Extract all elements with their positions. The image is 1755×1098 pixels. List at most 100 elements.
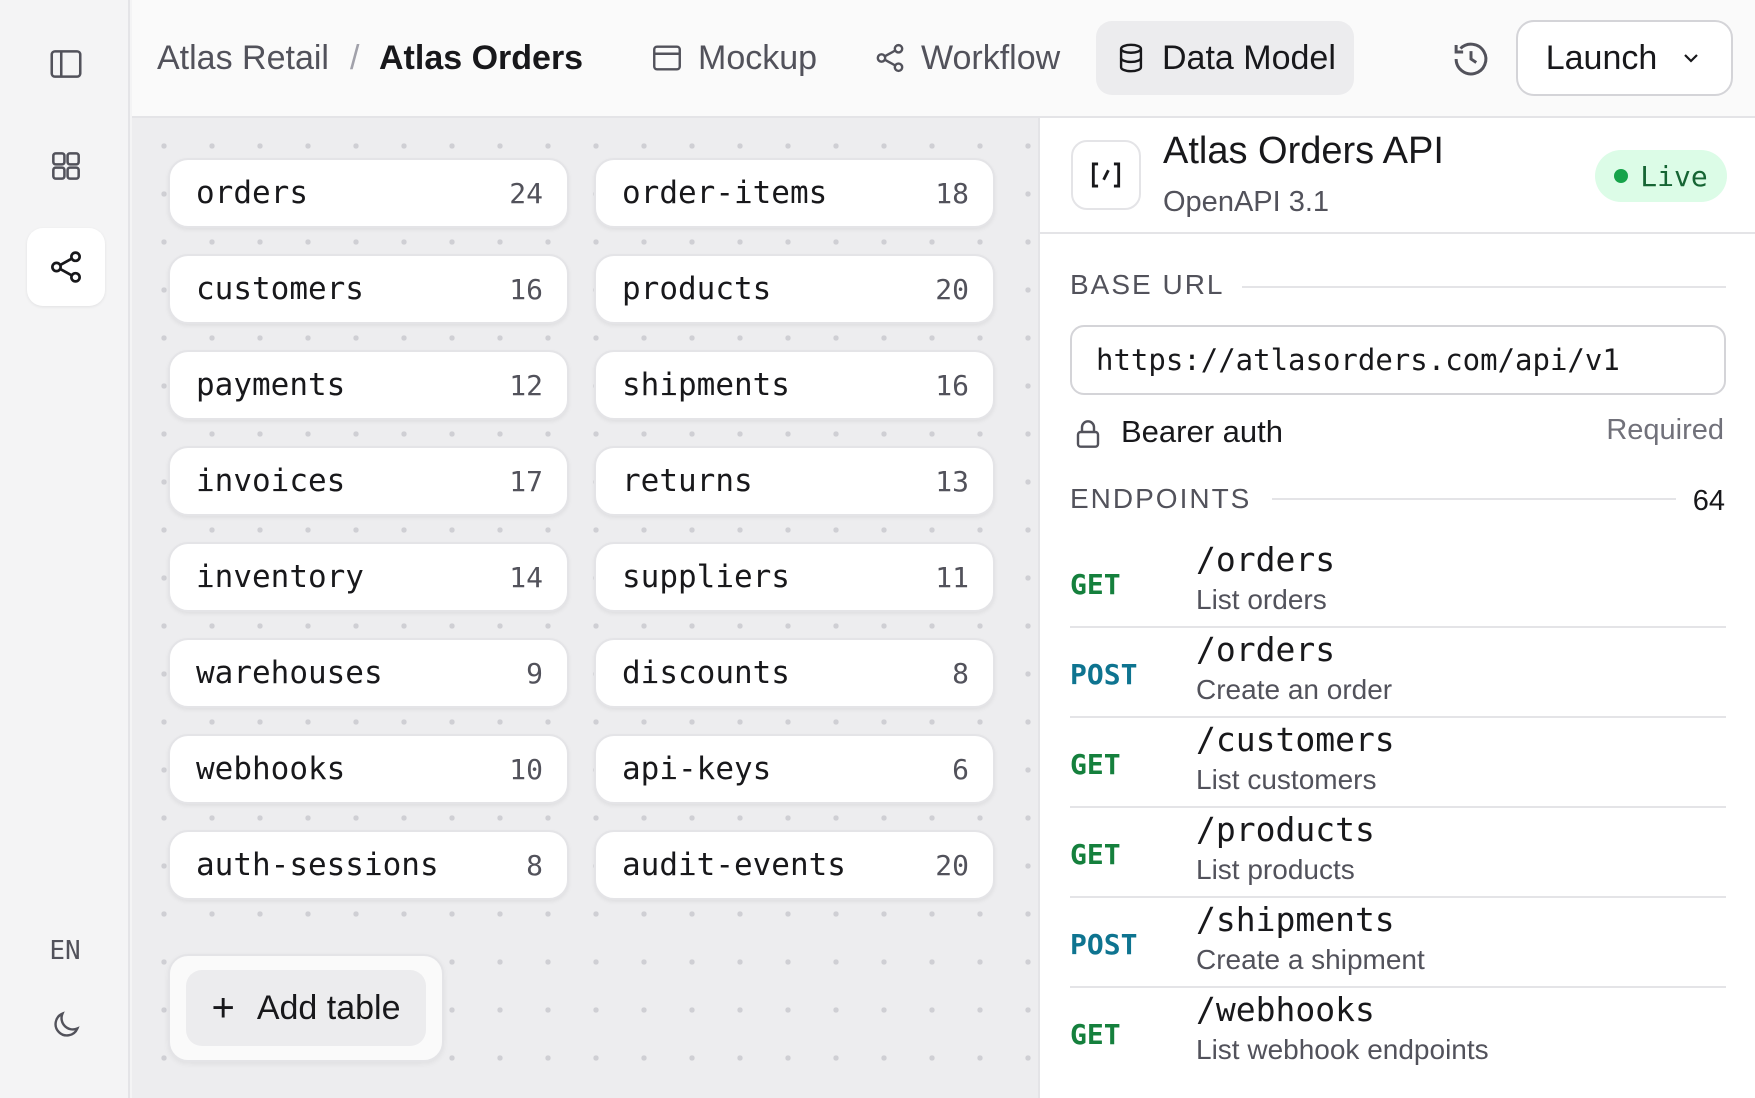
table-card-inventory[interactable]: inventory 14 (168, 542, 569, 612)
table-name: suppliers (622, 559, 790, 595)
endpoints-count: 64 (1692, 485, 1725, 517)
add-table-container: + Add table (168, 954, 444, 1062)
table-name: discounts (622, 655, 790, 691)
table-field-count: 17 (509, 464, 543, 498)
table-card-customers[interactable]: customers 16 (168, 254, 569, 324)
endpoint-path: /orders (1196, 630, 1336, 669)
endpoint-path: /webhooks (1196, 990, 1375, 1029)
endpoint-row[interactable]: POST /shipments Create a shipment (1070, 898, 1726, 988)
table-card-returns[interactable]: returns 13 (594, 446, 995, 516)
auth-required: Required (1606, 414, 1724, 446)
endpoint-row[interactable]: GET /customers List customers (1070, 718, 1726, 808)
api-title: Atlas Orders API (1163, 130, 1444, 172)
endpoint-path: /products (1196, 810, 1375, 849)
table-card-webhooks[interactable]: webhooks 10 (168, 734, 569, 804)
api-spec-version: OpenAPI 3.1 (1163, 186, 1330, 218)
plus-icon: + (211, 986, 235, 1030)
chevron-down-icon (1684, 54, 1699, 63)
table-name: products (622, 271, 772, 307)
tab-mockup[interactable]: Mockup (632, 21, 835, 95)
table-field-count: 12 (509, 368, 543, 402)
table-card-shipments[interactable]: shipments 16 (594, 350, 995, 420)
table-card-suppliers[interactable]: suppliers 11 (594, 542, 995, 612)
table-card-api-keys[interactable]: api-keys 6 (594, 734, 995, 804)
table-name: audit-events (622, 847, 846, 883)
lock-icon (1076, 420, 1100, 448)
table-card-auth-sessions[interactable]: auth-sessions 8 (168, 830, 569, 900)
table-card-warehouses[interactable]: warehouses 9 (168, 638, 569, 708)
table-name: returns (622, 463, 753, 499)
table-name: payments (196, 367, 346, 403)
tab-data-model[interactable]: Data Model (1096, 21, 1354, 95)
window-icon (653, 45, 681, 71)
table-card-discounts[interactable]: discounts 8 (594, 638, 995, 708)
grid-icon (52, 152, 80, 180)
table-field-count: 8 (526, 848, 543, 882)
history-icon[interactable] (1450, 38, 1492, 80)
table-field-count: 14 (509, 560, 543, 594)
endpoint-row[interactable]: GET /webhooks List webhook endpoints (1070, 988, 1726, 1078)
table-card-products[interactable]: products 20 (594, 254, 995, 324)
status-badge: Live (1595, 150, 1727, 202)
table-card-order-items[interactable]: order-items 18 (594, 158, 995, 228)
endpoint-method: GET (1070, 748, 1121, 781)
table-name: webhooks (196, 751, 346, 787)
database-icon (1119, 43, 1143, 73)
table-card-audit-events[interactable]: audit-events 20 (594, 830, 995, 900)
top-bar: Atlas Retail / Atlas Orders Mockup Workf… (132, 0, 1755, 118)
left-rail: EN (0, 0, 130, 1098)
endpoint-method: GET (1070, 568, 1121, 601)
table-name: api-keys (622, 751, 772, 787)
table-name: warehouses (196, 655, 383, 691)
table-field-count: 10 (509, 752, 543, 786)
breadcrumb-current[interactable]: Atlas Orders (379, 36, 583, 80)
base-url-field[interactable]: https://atlasorders.com/api/v1 (1070, 325, 1726, 395)
endpoint-row[interactable]: GET /products List products (1070, 808, 1726, 898)
status-label: Live (1640, 159, 1708, 193)
sidebar-toggle-button[interactable] (27, 25, 105, 103)
endpoint-description: Create an order (1196, 674, 1393, 705)
breadcrumb-separator: / (350, 39, 360, 77)
sidebar-icon (50, 50, 82, 78)
divider (1242, 286, 1726, 288)
share-button[interactable] (27, 228, 105, 306)
table-field-count: 24 (509, 176, 543, 210)
endpoint-row[interactable]: POST /orders Create an order (1070, 628, 1726, 718)
api-code-icon (1071, 140, 1141, 210)
table-field-count: 20 (935, 272, 969, 306)
table-card-invoices[interactable]: invoices 17 (168, 446, 569, 516)
tab-workflow[interactable]: Workflow (855, 21, 1078, 95)
table-field-count: 6 (952, 752, 969, 786)
api-panel: Atlas Orders API OpenAPI 3.1 Live BASE U… (1038, 118, 1755, 1098)
table-name: inventory (196, 559, 364, 595)
table-name: customers (196, 271, 364, 307)
endpoint-description: List orders (1196, 584, 1327, 615)
endpoint-method: GET (1070, 838, 1121, 871)
endpoints-label: ENDPOINTS (1070, 483, 1252, 514)
tab-mockup-label: Mockup (698, 38, 818, 77)
share-icon (51, 251, 81, 283)
language-selector[interactable]: EN (0, 936, 130, 966)
auth-type: Bearer auth (1121, 414, 1283, 449)
table-card-payments[interactable]: payments 12 (168, 350, 569, 420)
launch-button[interactable]: Launch (1516, 20, 1733, 96)
base-url-label: BASE URL (1070, 269, 1225, 300)
breadcrumb-parent[interactable]: Atlas Retail (157, 36, 329, 80)
tab-data-model-label: Data Model (1162, 38, 1336, 77)
moon-icon[interactable] (49, 1008, 83, 1042)
add-table-button[interactable]: + Add table (186, 970, 426, 1046)
table-field-count: 9 (526, 656, 543, 690)
endpoint-description: Create a shipment (1196, 944, 1425, 975)
tab-workflow-label: Workflow (921, 38, 1061, 77)
dashboard-button[interactable] (27, 127, 105, 205)
data-model-canvas[interactable]: orders 24 order-items 18 customers 16 pr… (132, 118, 1038, 1098)
add-table-label: Add table (256, 988, 401, 1027)
table-field-count: 18 (935, 176, 969, 210)
table-field-count: 8 (952, 656, 969, 690)
endpoint-method: POST (1070, 658, 1138, 691)
endpoint-row[interactable]: GET /orders List orders (1070, 538, 1726, 628)
table-card-orders[interactable]: orders 24 (168, 158, 569, 228)
table-name: orders (196, 175, 308, 211)
endpoint-path: /orders (1196, 540, 1336, 579)
table-field-count: 16 (935, 368, 969, 402)
